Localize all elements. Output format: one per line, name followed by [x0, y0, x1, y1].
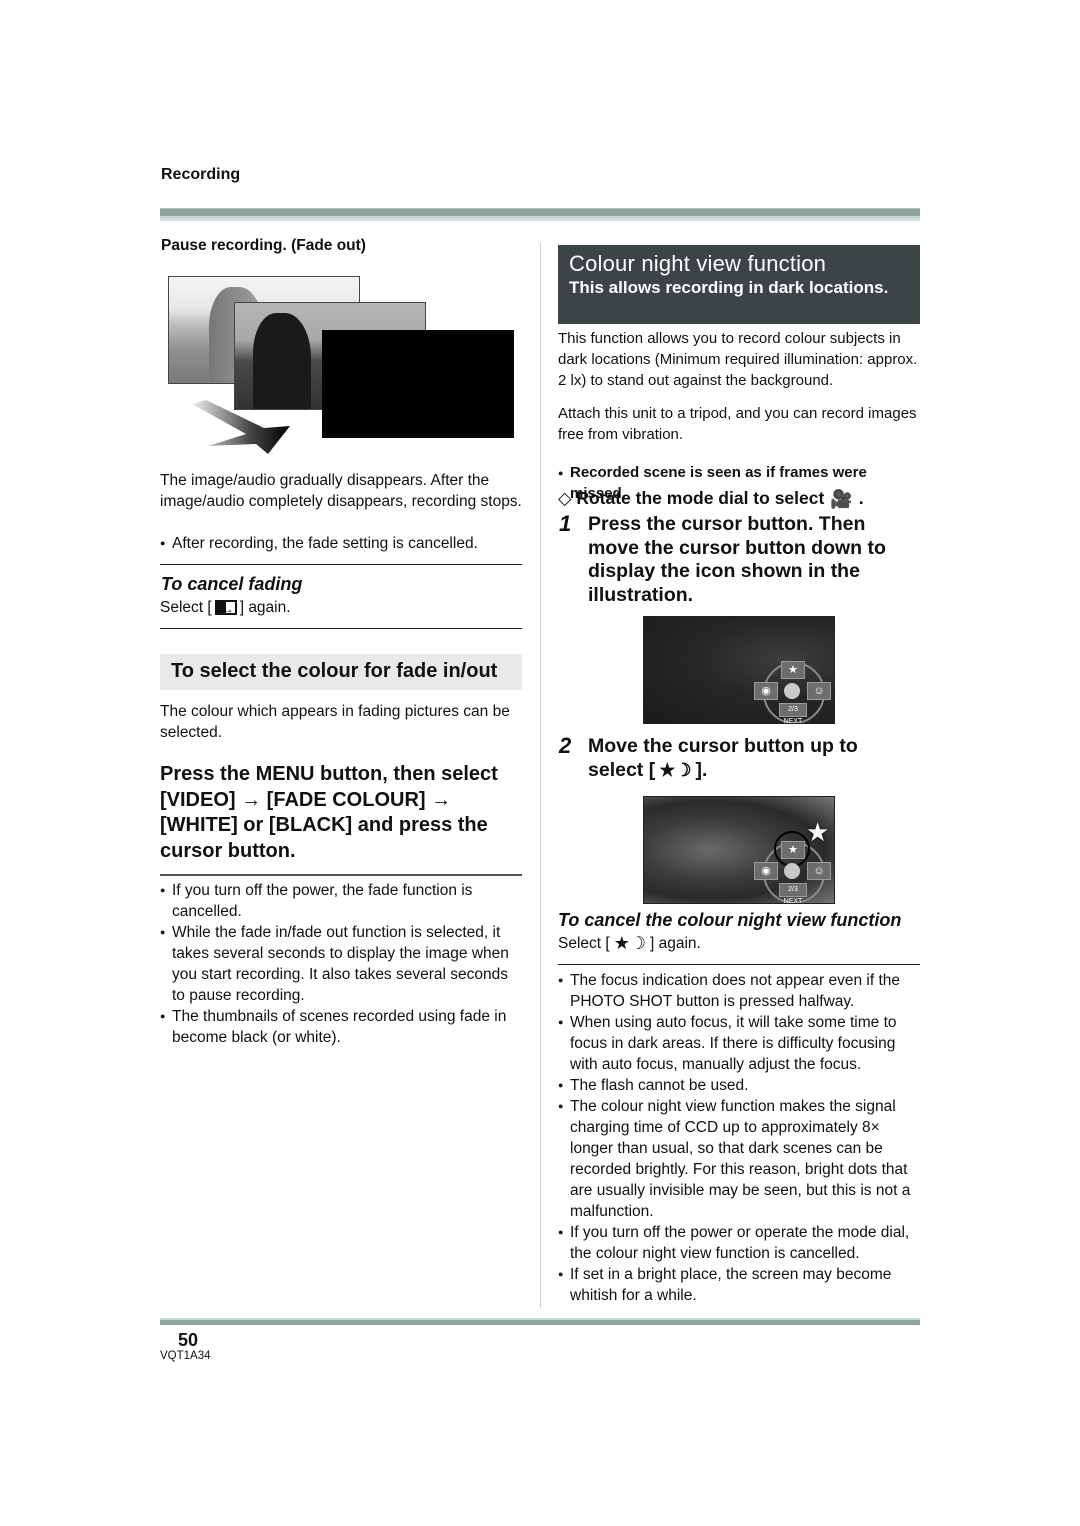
- cancel-fading-text: Select [→] again.: [160, 599, 291, 617]
- divider: [160, 874, 522, 876]
- page-indicator: 2/3 NEXT: [779, 883, 807, 903]
- soft-skin-icon: ☺: [807, 862, 831, 880]
- step-1-text: Press the cursor button. Then move the c…: [588, 513, 886, 606]
- page-title: Colour night view function: [569, 251, 827, 276]
- night-view-icon: ★☽: [659, 759, 692, 780]
- soft-skin-icon: ☺: [807, 682, 831, 700]
- section-label: Recording: [161, 166, 241, 183]
- menu-instruction: Press the MENU button, then select [VIDE…: [160, 763, 498, 862]
- footer-rule: [160, 1318, 920, 1326]
- night-view-icon: ★: [806, 817, 830, 847]
- list-item: The focus indication does not appear eve…: [558, 970, 920, 1012]
- step-2-text: Move the cursor button up to select [★☽]…: [588, 735, 858, 781]
- fade-colour-subheading: To select the colour for fade in/out: [160, 654, 522, 690]
- list-item: The flash cannot be used.: [558, 1075, 920, 1096]
- night-view-notes-list: The focus indication does not appear eve…: [558, 970, 920, 1306]
- column-divider: [540, 242, 541, 1308]
- list-item: If you turn off the power or operate the…: [558, 1222, 920, 1264]
- cancel-fading-title: To cancel fading: [161, 574, 303, 594]
- fade-frame-black: [322, 330, 514, 438]
- list-item: While the fade in/fade out function is s…: [160, 922, 520, 1006]
- prestep: ◇ Rotate the mode dial to select 🎥.: [558, 488, 864, 509]
- list-item: When using auto focus, it will take some…: [558, 1012, 920, 1075]
- page-subtitle: This allows recording in dark locations.: [569, 278, 889, 297]
- divider: [160, 628, 522, 629]
- list-item: The thumbnails of scenes recorded using …: [160, 1006, 520, 1048]
- fade-note: After recording, the fade setting is can…: [160, 533, 522, 554]
- step-number: 1: [559, 511, 572, 536]
- fade-icon: →: [214, 600, 237, 616]
- header-rule: [160, 208, 920, 221]
- night-view-icon: ★☽: [613, 933, 646, 954]
- divider: [558, 964, 920, 965]
- lcd-screen-illustration: ★ ★ ◉ ☺ 2/3 NEXT: [643, 796, 835, 904]
- fade-arrow-icon: [192, 400, 290, 454]
- night-view-icon: ★: [781, 661, 805, 679]
- backlight-icon: ◉: [754, 862, 778, 880]
- cancel-night-view-text: Select [★☽] again.: [558, 933, 701, 954]
- selection-circle: [774, 831, 810, 867]
- pause-heading: Pause recording. (Fade out): [161, 237, 366, 254]
- page-number: 50: [178, 1330, 199, 1350]
- cancel-night-view-title: To cancel the colour night view function: [558, 910, 902, 930]
- document-code: VQT1A34: [160, 1350, 211, 1362]
- cursor-center: [784, 863, 800, 879]
- divider: [160, 564, 522, 565]
- list-item: If you turn off the power, the fade func…: [160, 880, 520, 922]
- diamond-icon: ◇: [558, 488, 572, 508]
- cursor-center: [784, 683, 800, 699]
- colour-description: The colour which appears in fading pictu…: [160, 703, 510, 741]
- video-camera-icon: 🎥: [830, 488, 853, 509]
- intro-text-1: This function allows you to record colou…: [558, 330, 918, 389]
- list-item: If set in a bright place, the screen may…: [558, 1264, 920, 1306]
- fade-notes-list: If you turn off the power, the fade func…: [160, 880, 520, 1048]
- lcd-screen-illustration: ★ ◉ ☺ 2/3 NEXT: [643, 616, 835, 724]
- title-box: Colour night view function This allows r…: [558, 245, 920, 324]
- fade-description: The image/audio gradually disappears. Af…: [160, 472, 522, 510]
- backlight-icon: ◉: [754, 682, 778, 700]
- step-number: 2: [559, 733, 572, 758]
- page-indicator: 2/3 NEXT: [779, 703, 807, 723]
- fade-out-illustration: [168, 276, 514, 456]
- intro-text-2: Attach this unit to a tripod, and you ca…: [558, 405, 917, 443]
- list-item: The colour night view function makes the…: [558, 1096, 920, 1222]
